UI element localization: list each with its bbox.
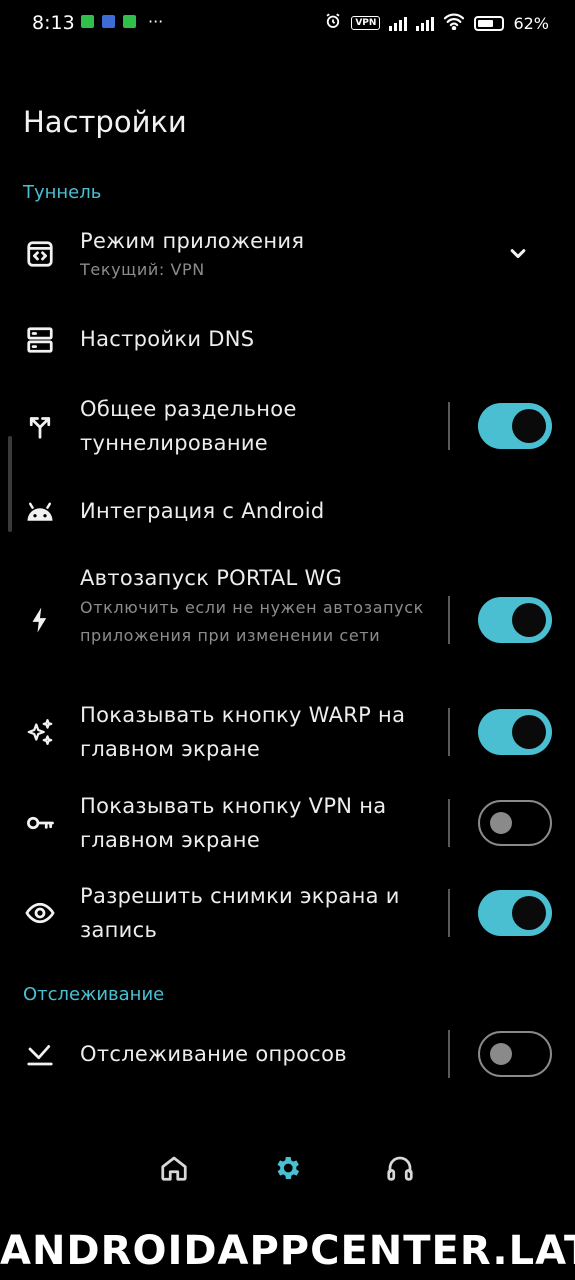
autostart-toggle[interactable]	[478, 597, 552, 643]
notification-icons: ···	[81, 11, 164, 31]
split-tunnel-toggle[interactable]	[478, 403, 552, 449]
divider	[448, 799, 450, 847]
server-icon	[22, 322, 58, 358]
setting-vpn-button[interactable]: Показывать кнопку VPN на главном экране	[0, 789, 575, 857]
toggle-knob	[512, 715, 546, 749]
signal-icon	[389, 15, 408, 31]
watermark: ANDROIDAPPCENTER.LAT	[0, 1228, 575, 1274]
warp-button-toggle[interactable]	[478, 709, 552, 755]
section-header-tracking: Отслеживание	[23, 984, 165, 1005]
setting-title: Общее раздельное туннелирование	[80, 397, 297, 455]
eye-icon	[22, 895, 58, 931]
vpn-badge: VPN	[351, 16, 381, 30]
wifi-icon	[443, 12, 465, 34]
toggle-knob	[512, 896, 546, 930]
setting-poll-tracking[interactable]: Отслеживание опросов	[0, 1030, 575, 1078]
nav-home[interactable]	[154, 1150, 194, 1190]
setting-warp-button[interactable]: Показывать кнопку WARP на главном экране	[0, 698, 575, 766]
headphones-icon	[385, 1153, 415, 1187]
home-icon	[159, 1153, 189, 1187]
page-title: Настройки	[23, 105, 187, 139]
setting-app-mode[interactable]: Режим приложения Текущий: VPN	[0, 222, 575, 288]
battery-percent: 62%	[513, 13, 549, 33]
setting-title: Режим приложения	[80, 229, 305, 253]
setting-android-integration[interactable]: Интеграция с Android	[0, 490, 575, 534]
setting-autostart[interactable]: Автозапуск PORTAL WG Отключить если не н…	[0, 560, 575, 680]
toggle-knob	[490, 1043, 512, 1065]
nav-settings[interactable]	[267, 1150, 307, 1190]
divider	[448, 596, 450, 644]
sparkle-icon	[22, 714, 58, 750]
activity-icon	[123, 15, 136, 28]
chevron-down-icon[interactable]	[504, 239, 532, 267]
setting-title: Разрешить снимки экрана и запись	[80, 884, 400, 942]
nav-support[interactable]	[380, 1150, 420, 1190]
setting-dns[interactable]: Настройки DNS	[0, 318, 575, 362]
status-time: 8:13	[32, 12, 75, 34]
setting-title: Интеграция с Android	[80, 499, 325, 523]
setting-screenshots[interactable]: Разрешить снимки экрана и запись	[0, 879, 575, 947]
vpn-button-toggle[interactable]	[478, 800, 552, 846]
divider	[448, 1030, 450, 1078]
setting-title: Показывать кнопку VPN на главном экране	[80, 794, 387, 852]
toggle-knob	[512, 409, 546, 443]
setting-title: Настройки DNS	[80, 327, 255, 351]
setting-subtitle: Текущий: VPN	[80, 260, 205, 279]
setting-split-tunnel[interactable]: Общее раздельное туннелирование	[0, 392, 575, 460]
key-icon	[22, 805, 58, 841]
alarm-icon	[324, 12, 342, 34]
screenshots-toggle[interactable]	[478, 890, 552, 936]
android-icon	[22, 494, 58, 530]
divider	[448, 708, 450, 756]
whatsapp-icon	[81, 15, 94, 28]
signal-icon-2	[416, 15, 435, 31]
bolt-icon	[22, 602, 58, 638]
app-notification-icon	[102, 15, 115, 28]
setting-title: Автозапуск PORTAL WG	[80, 566, 343, 590]
status-bar: 8:13 ··· VPN 62%	[0, 0, 575, 48]
battery-icon	[474, 15, 505, 31]
poll-tracking-toggle[interactable]	[478, 1031, 552, 1077]
setting-subtitle: Отключить если не нужен автозапуск прило…	[80, 598, 424, 645]
split-arrows-icon	[22, 408, 58, 444]
gear-icon	[272, 1153, 302, 1187]
setting-title: Показывать кнопку WARP на главном экране	[80, 703, 406, 761]
code-window-icon	[22, 236, 58, 272]
toggle-knob	[512, 603, 546, 637]
poll-icon	[22, 1036, 58, 1072]
bottom-navigation	[0, 1140, 575, 1200]
divider	[448, 402, 450, 450]
section-header-tunnel: Туннель	[23, 182, 102, 203]
divider	[448, 889, 450, 937]
setting-title: Отслеживание опросов	[80, 1042, 347, 1066]
more-notifications-icon: ···	[148, 11, 164, 31]
system-icons: VPN 62%	[324, 12, 549, 34]
toggle-knob	[490, 812, 512, 834]
